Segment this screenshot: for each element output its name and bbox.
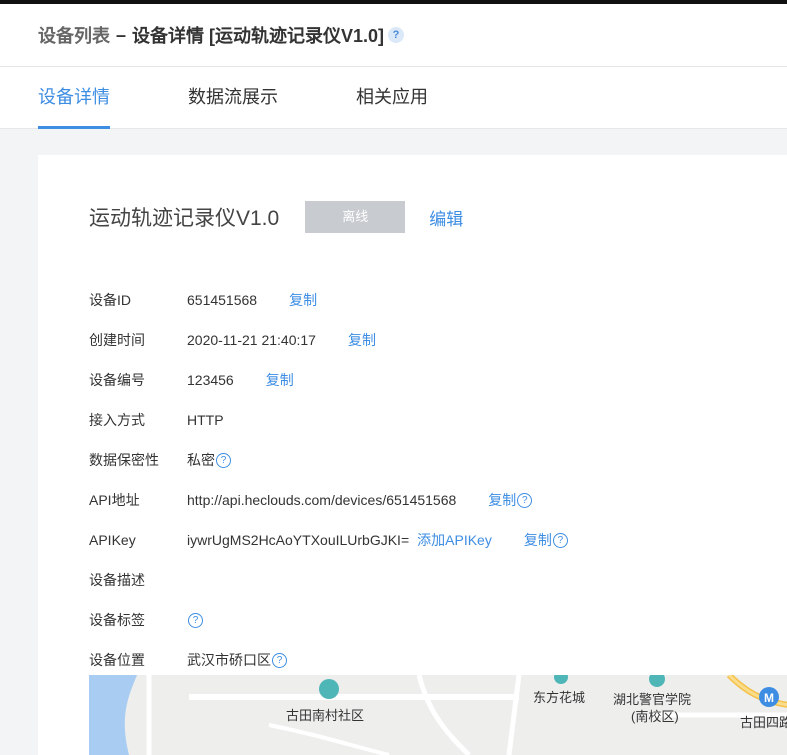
breadcrumb-separator: – bbox=[116, 24, 127, 45]
help-icon[interactable]: ? bbox=[188, 612, 203, 628]
field-created: 创建时间 2020-11-21 21:40:17 复制 bbox=[89, 320, 568, 360]
page-header: 设备列表 – 设备详情 [运动轨迹记录仪V1.0] ? bbox=[0, 4, 787, 67]
field-value: HTTP bbox=[187, 412, 224, 428]
field-location: 设备位置 武汉市硚口区 ? bbox=[89, 640, 568, 680]
field-label: API地址 bbox=[89, 492, 140, 508]
status-badge: 离线 bbox=[305, 201, 406, 233]
tab-datastream[interactable]: 数据流展示 bbox=[188, 66, 278, 128]
breadcrumb-current: 设备详情 [运动轨迹记录仪V1.0] bbox=[132, 26, 385, 46]
map-label: 东方花城 bbox=[533, 690, 586, 705]
map-road bbox=[416, 675, 471, 755]
tab-related-apps[interactable]: 相关应用 bbox=[356, 66, 428, 128]
field-label: APIKey bbox=[89, 532, 136, 548]
field-value: 2020-11-21 21:40:17 bbox=[187, 332, 316, 348]
field-value: 武汉市硚口区 bbox=[187, 652, 271, 668]
help-icon[interactable]: ? bbox=[552, 532, 568, 548]
field-privacy: 数据保密性 私密 ? bbox=[89, 440, 568, 480]
poi-marker bbox=[319, 679, 339, 699]
copy-created-link[interactable]: 复制 bbox=[348, 330, 376, 350]
field-label: 设备编号 bbox=[89, 372, 145, 388]
field-serial: 设备编号 123456 复制 bbox=[89, 360, 568, 400]
field-value: 私密 bbox=[187, 452, 215, 468]
map-label: (南校区) bbox=[631, 709, 679, 724]
help-icon[interactable]: ? bbox=[517, 492, 533, 508]
help-icon[interactable]: ? bbox=[216, 452, 231, 468]
map-label: 古田南村社区 bbox=[286, 708, 365, 723]
help-icon[interactable]: ? bbox=[388, 27, 405, 43]
field-value: http://api.heclouds.com/devices/65145156… bbox=[187, 492, 457, 508]
field-value: 123456 bbox=[187, 372, 234, 388]
river-shape bbox=[89, 675, 137, 755]
detail-fields: 设备ID 651451568 复制 创建时间 2020-11-21 21:40:… bbox=[89, 280, 568, 680]
tab-device-details[interactable]: 设备详情 bbox=[38, 66, 110, 129]
breadcrumb-device-list[interactable]: 设备列表 bbox=[38, 22, 110, 48]
map-label: 古田四路 bbox=[740, 715, 787, 730]
poi-marker bbox=[649, 675, 665, 687]
copy-api-address-link[interactable]: 复制 bbox=[488, 490, 516, 510]
map-road bbox=[268, 723, 390, 755]
field-apikey: APIKey iywrUgMS2HcAoYTXouILUrbGJKI= 添加AP… bbox=[89, 520, 568, 560]
map-background: M bbox=[89, 675, 787, 755]
field-label: 设备描述 bbox=[89, 572, 145, 588]
map-road bbox=[506, 675, 522, 755]
add-apikey-link[interactable]: 添加APIKey bbox=[417, 530, 492, 550]
help-icon[interactable]: ? bbox=[272, 652, 287, 668]
copy-device-id-link[interactable]: 复制 bbox=[289, 290, 317, 310]
field-label: 创建时间 bbox=[89, 332, 145, 348]
field-label: 数据保密性 bbox=[89, 452, 159, 468]
metro-icon: M bbox=[764, 691, 774, 705]
device-detail-card: 运动轨迹记录仪V1.0 离线 编辑 设备ID 651451568 复制 创建时间… bbox=[38, 155, 787, 755]
title-row: 运动轨迹记录仪V1.0 离线 编辑 bbox=[89, 201, 463, 233]
field-label: 设备ID bbox=[89, 292, 131, 308]
field-label: 设备位置 bbox=[89, 652, 145, 668]
field-description: 设备描述 bbox=[89, 560, 568, 600]
edit-link[interactable]: 编辑 bbox=[429, 205, 463, 230]
field-value: iywrUgMS2HcAoYTXouILUrbGJKI= bbox=[187, 532, 410, 548]
device-title: 运动轨迹记录仪V1.0 bbox=[89, 207, 280, 230]
field-label: 接入方式 bbox=[89, 412, 145, 428]
copy-serial-link[interactable]: 复制 bbox=[266, 370, 294, 390]
field-tags: 设备标签 ? bbox=[89, 600, 568, 640]
copy-apikey-link[interactable]: 复制 bbox=[524, 530, 552, 550]
field-api-address: API地址 http://api.heclouds.com/devices/65… bbox=[89, 480, 568, 520]
location-map[interactable]: M 古田南村社区 东方花城 湖北警官学院 (南校区) 古田四路 bbox=[89, 675, 787, 755]
tab-bar: 设备详情 数据流展示 相关应用 bbox=[0, 67, 787, 129]
poi-marker bbox=[554, 675, 568, 684]
field-device-id: 设备ID 651451568 复制 bbox=[89, 280, 568, 320]
field-label: 设备标签 bbox=[89, 612, 145, 628]
field-access: 接入方式 HTTP bbox=[89, 400, 568, 440]
field-value: 651451568 bbox=[187, 292, 258, 308]
